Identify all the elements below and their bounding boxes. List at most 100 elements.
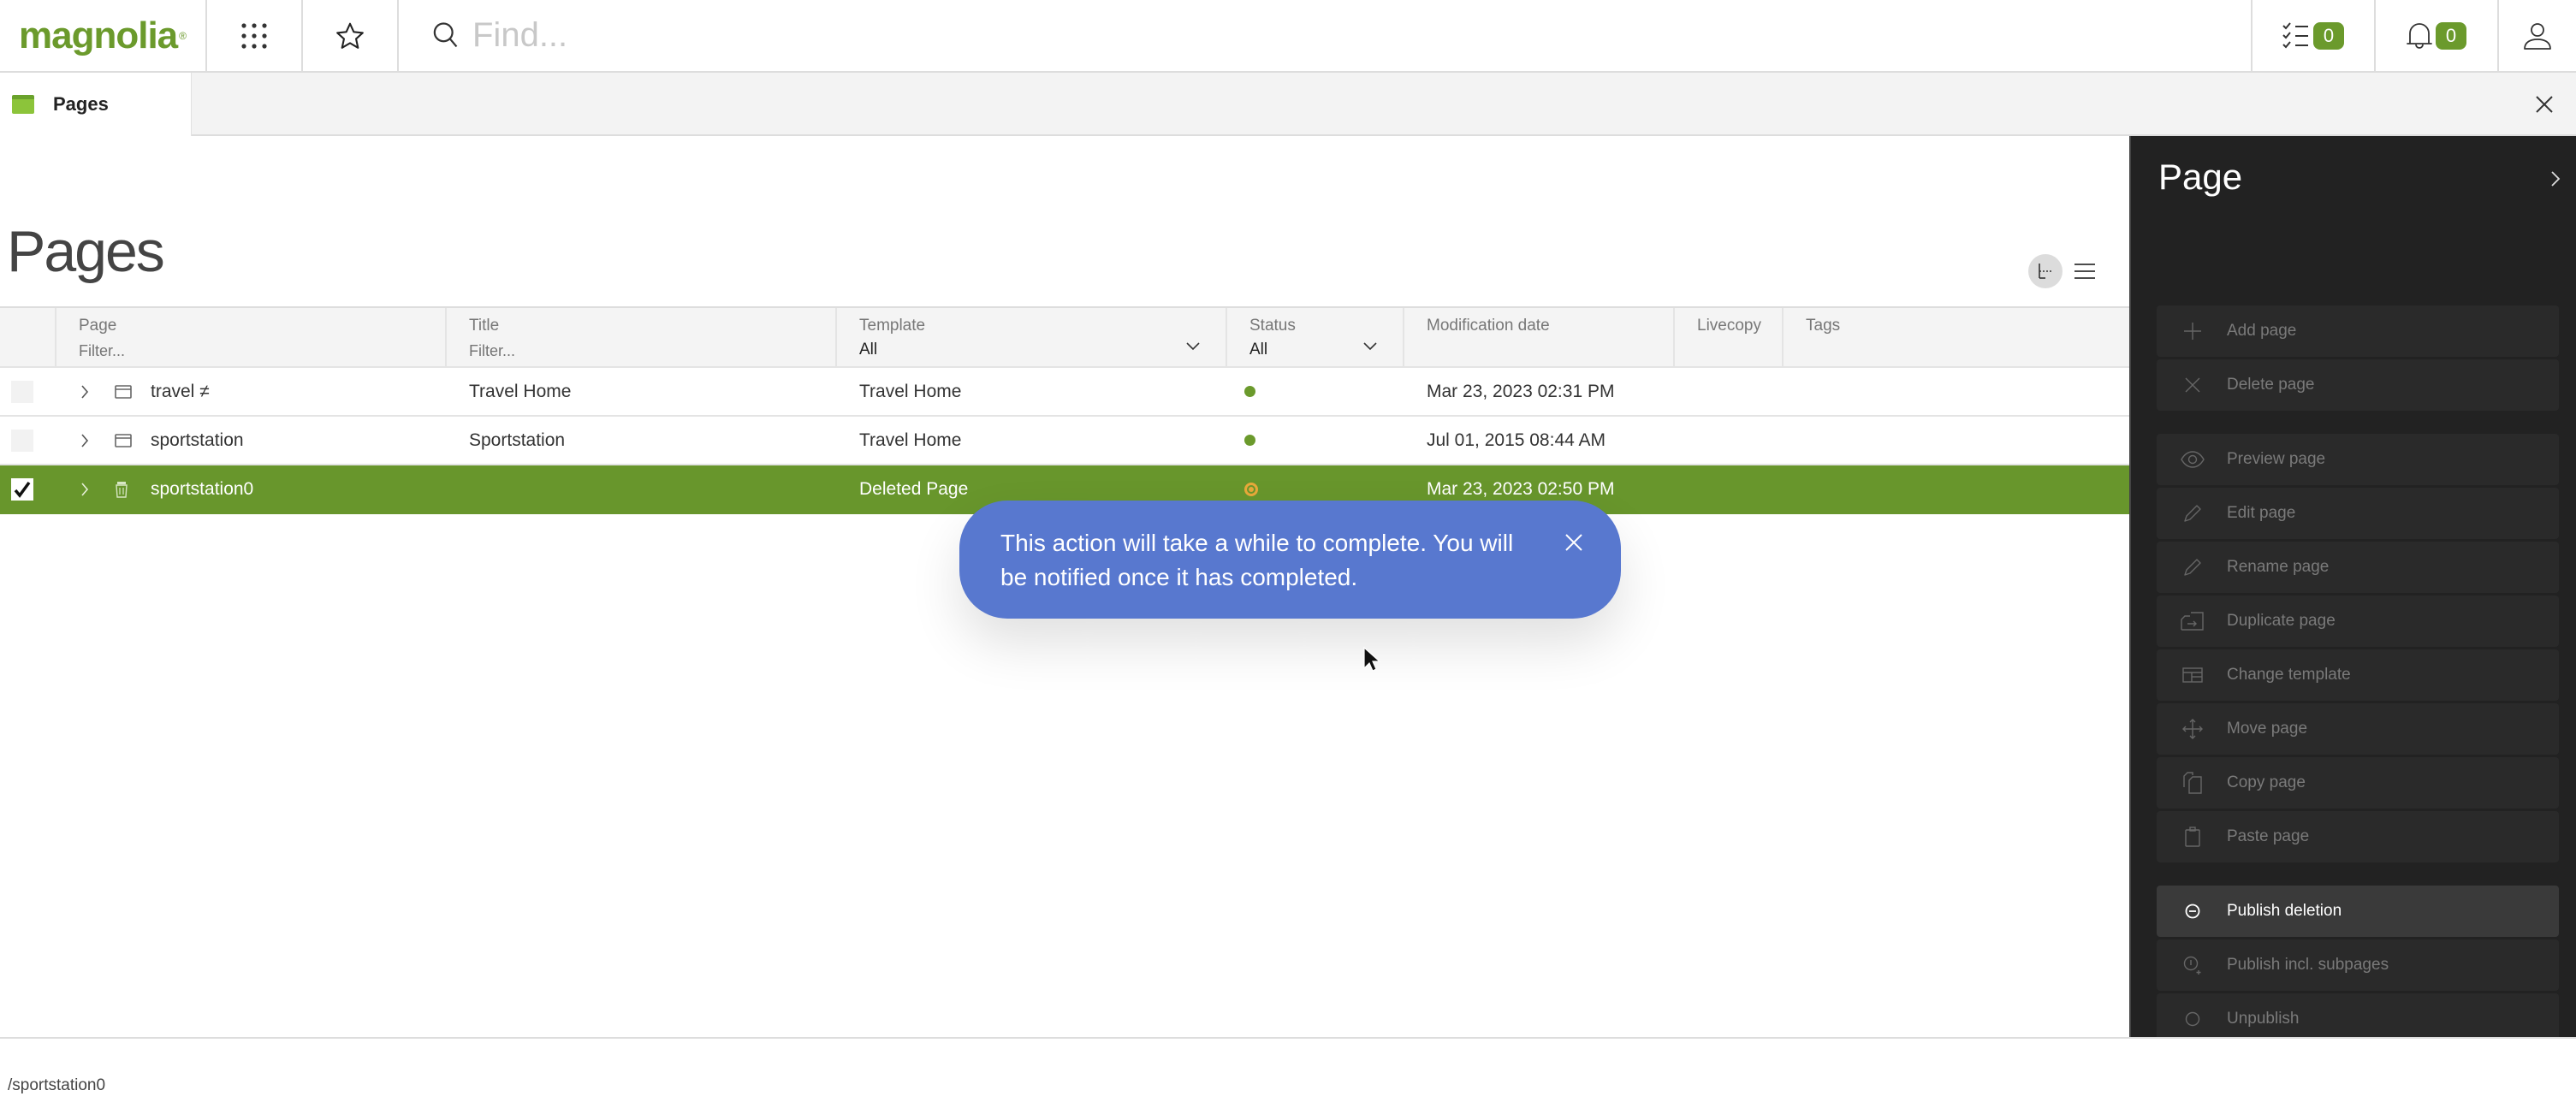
- tags-cell: [1784, 368, 2129, 415]
- tasks-checklist-icon: [2282, 21, 2308, 48]
- publish-deletion-action[interactable]: Publish deletion: [2157, 886, 2559, 937]
- expand-chevron-icon[interactable]: [80, 384, 115, 400]
- status-cell: [1227, 417, 1404, 464]
- page-icon: [115, 433, 151, 447]
- page-name: travel ≠: [151, 381, 210, 401]
- column-livecopy[interactable]: Livecopy: [1675, 308, 1784, 366]
- clipboard-icon: [2157, 827, 2227, 847]
- chevron-down-icon[interactable]: [1363, 342, 1377, 351]
- pending-status-icon: [1244, 482, 1258, 496]
- action-list: Add page Delete page Preview page Edit p…: [2157, 305, 2559, 1037]
- action-label: Rename page: [2227, 558, 2330, 576]
- close-icon: [2536, 96, 2553, 113]
- page-filter-input[interactable]: [79, 342, 372, 360]
- close-notification-button[interactable]: [1561, 530, 1587, 555]
- expand-chevron-icon[interactable]: [80, 482, 115, 497]
- template-filter-select[interactable]: All: [859, 341, 1226, 359]
- copy-page-action[interactable]: Copy page: [2157, 757, 2559, 809]
- column-page[interactable]: Page: [56, 308, 447, 366]
- eye-icon: [2157, 451, 2227, 468]
- favorites-button[interactable]: [301, 0, 397, 71]
- notifications-button[interactable]: 0: [2374, 0, 2497, 71]
- page-name-cell: travel ≠: [56, 368, 447, 415]
- list-view-button[interactable]: [2068, 254, 2102, 288]
- publish-incl-subpages-action[interactable]: Publish incl. subpages: [2157, 939, 2559, 991]
- close-app-button[interactable]: [2530, 90, 2559, 119]
- page-title-cell: Sportstation: [469, 430, 566, 450]
- expand-chevron-icon[interactable]: [80, 433, 115, 448]
- rename-page-action[interactable]: Rename page: [2157, 542, 2559, 593]
- livecopy-cell: [1675, 368, 1784, 415]
- add-page-action[interactable]: Add page: [2157, 305, 2559, 357]
- page-title: Pages: [7, 219, 165, 284]
- pages-grid: Page Title Template All Status All Modif…: [0, 306, 2129, 514]
- duplicate-page-action[interactable]: Duplicate page: [2157, 596, 2559, 647]
- tab-label: Pages: [53, 93, 109, 115]
- tasks-button[interactable]: 0: [2251, 0, 2374, 71]
- action-label: Unpublish: [2227, 1010, 2300, 1028]
- table-row[interactable]: sportstation Sportstation Travel Home Ju…: [0, 417, 2129, 465]
- change-template-action[interactable]: Change template: [2157, 649, 2559, 701]
- copy-icon: [2157, 772, 2227, 794]
- status-filter-select[interactable]: All: [1249, 341, 1403, 359]
- magnolia-logo[interactable]: magnolia ®: [0, 0, 205, 71]
- move-icon: [2157, 719, 2227, 739]
- row-checkbox[interactable]: [11, 429, 33, 452]
- search-input[interactable]: [472, 16, 1756, 55]
- preview-page-action[interactable]: Preview page: [2157, 434, 2559, 485]
- delete-page-action[interactable]: Delete page: [2157, 359, 2559, 411]
- modification-date-cell: Jul 01, 2015 08:44 AM: [1427, 430, 1606, 450]
- column-template-label: Template: [859, 317, 926, 335]
- column-modification-label: Modification date: [1427, 317, 1550, 335]
- status-bar: /sportstation0: [0, 1037, 2576, 1114]
- bell-icon: [2407, 22, 2432, 49]
- user-menu-button[interactable]: [2497, 0, 2576, 71]
- column-tags[interactable]: Tags: [1784, 308, 2129, 366]
- action-label: Preview page: [2227, 450, 2326, 468]
- x-icon: [2157, 376, 2227, 394]
- action-label: Add page: [2227, 322, 2297, 340]
- unpublish-action[interactable]: Unpublish: [2157, 993, 2559, 1037]
- action-label: Publish deletion: [2227, 902, 2342, 920]
- search-bar[interactable]: [397, 0, 2251, 71]
- duplicate-icon: [2157, 612, 2227, 631]
- app-launcher-button[interactable]: [205, 0, 301, 71]
- edit-page-action[interactable]: Edit page: [2157, 488, 2559, 539]
- paste-page-action[interactable]: Paste page: [2157, 811, 2559, 862]
- action-label: Edit page: [2227, 504, 2296, 522]
- search-icon: [433, 21, 458, 47]
- notifications-count-badge: 0: [2436, 21, 2466, 50]
- tree-view-icon: [2039, 264, 2052, 279]
- move-page-action[interactable]: Move page: [2157, 703, 2559, 755]
- modification-date-cell: Mar 23, 2023 02:31 PM: [1427, 381, 1615, 401]
- tab-pages[interactable]: Pages: [0, 73, 192, 136]
- grid-dots-icon: [241, 22, 267, 49]
- column-status[interactable]: Status All: [1227, 308, 1404, 366]
- column-template[interactable]: Template All: [837, 308, 1227, 366]
- title-filter-input[interactable]: [469, 342, 763, 360]
- publish-subpages-icon: [2157, 955, 2227, 975]
- table-row[interactable]: travel ≠ Travel Home Travel Home Mar 23,…: [0, 368, 2129, 417]
- logo-registered-mark: ®: [179, 29, 187, 42]
- row-checkbox-checked[interactable]: [11, 477, 33, 501]
- column-tags-label: Tags: [1806, 317, 1841, 335]
- row-checkbox[interactable]: [11, 380, 33, 403]
- action-label: Delete page: [2227, 376, 2315, 394]
- row-checkbox-cell: [0, 368, 56, 415]
- page-name: sportstation: [151, 430, 244, 450]
- column-modification-date[interactable]: Modification date: [1404, 308, 1675, 366]
- grid-header: Page Title Template All Status All Modif…: [0, 306, 2129, 368]
- tasks-count-badge: 0: [2313, 21, 2344, 50]
- mouse-cursor-icon: [1363, 647, 1380, 672]
- view-toggle: [2028, 254, 2102, 288]
- collapse-action-bar-button[interactable]: [2550, 170, 2561, 192]
- tree-view-button[interactable]: [2028, 254, 2063, 288]
- action-label: Publish incl. subpages: [2227, 956, 2389, 974]
- page-template-cell: Travel Home: [859, 381, 962, 401]
- column-title[interactable]: Title: [447, 308, 837, 366]
- action-label: Paste page: [2227, 827, 2310, 845]
- row-checkbox-cell: [0, 417, 56, 464]
- chevron-down-icon[interactable]: [1186, 342, 1200, 351]
- top-bar: magnolia® 0 0: [0, 0, 2576, 73]
- select-all-header[interactable]: [0, 308, 56, 366]
